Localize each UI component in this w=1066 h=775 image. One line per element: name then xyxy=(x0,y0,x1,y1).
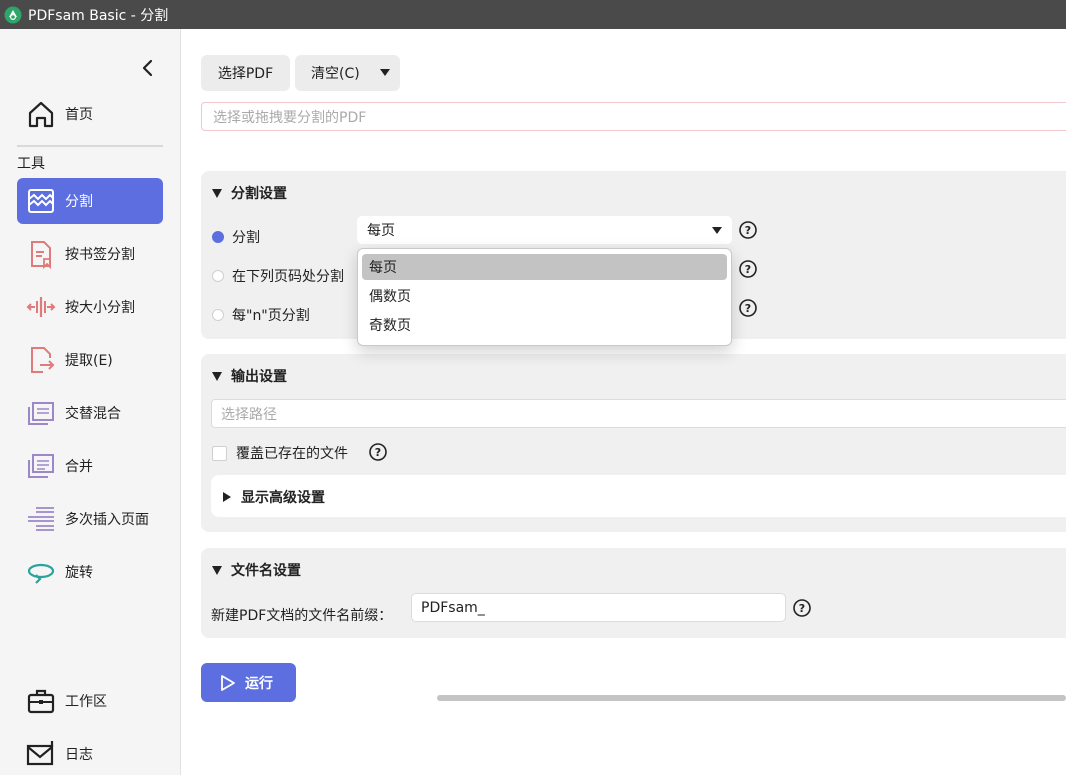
radio-split[interactable]: 分割 xyxy=(212,227,260,247)
tools-section-label: 工具 xyxy=(17,156,45,172)
title-bar: PDFsam Basic - 分割 xyxy=(0,0,1066,29)
radio-label: 在下列页码处分割 xyxy=(232,269,344,285)
svg-text:?: ? xyxy=(745,263,751,276)
help-icon[interactable]: ? xyxy=(739,299,757,317)
prefix-label: 新建PDF文档的文件名前缀： xyxy=(211,608,393,624)
sidebar-item-label: 多次插入页面 xyxy=(65,512,149,528)
split-settings-header[interactable]: 分割设置 xyxy=(212,183,287,203)
sidebar-item-extract[interactable]: 提取(E) xyxy=(17,337,163,383)
sidebar-item-rotate[interactable]: 旋转 xyxy=(17,549,163,595)
sidebar-item-label: 旋转 xyxy=(65,565,93,581)
svg-text:?: ? xyxy=(745,302,751,315)
sidebar-item-label: 分割 xyxy=(65,194,93,210)
progress-bar xyxy=(437,695,1066,701)
filename-prefix-input[interactable]: PDFsam_ xyxy=(411,593,786,622)
sidebar-item-label: 日志 xyxy=(65,747,93,763)
radio-split-at-pages[interactable]: 在下列页码处分割 xyxy=(212,266,344,286)
split-type-value: 每页 xyxy=(367,223,395,239)
radio-label: 分割 xyxy=(232,230,260,246)
radio-button[interactable] xyxy=(212,309,224,321)
sidebar-item-label: 首页 xyxy=(65,107,93,123)
chevron-down-icon xyxy=(712,227,722,234)
rotate-icon xyxy=(25,556,57,588)
output-settings-panel: 输出设置 选择路径 覆盖已存在的文件 ? 显示高级设置 xyxy=(201,354,1066,532)
sidebar-item-alternate-mix[interactable]: 交替混合 xyxy=(17,390,163,436)
sidebar-item-label: 按书签分割 xyxy=(65,247,135,263)
filename-settings-header[interactable]: 文件名设置 xyxy=(212,560,301,580)
sidebar-divider xyxy=(17,145,163,147)
alternate-mix-icon xyxy=(25,397,57,429)
output-settings-header[interactable]: 输出设置 xyxy=(212,366,287,386)
run-button-label: 运行 xyxy=(245,675,273,692)
advanced-settings-box: 显示高级设置 xyxy=(211,475,1066,517)
overwrite-checkbox[interactable] xyxy=(212,445,227,461)
size-split-icon xyxy=(25,291,57,323)
collapse-triangle-icon xyxy=(212,371,222,381)
extract-icon xyxy=(25,344,57,376)
help-icon[interactable]: ? xyxy=(739,260,757,278)
clear-button-label: 清空(C) xyxy=(311,66,360,82)
output-settings-title: 输出设置 xyxy=(231,369,287,385)
collapse-sidebar-chevron-icon[interactable] xyxy=(138,57,158,79)
window-title: PDFsam Basic - 分割 xyxy=(28,7,169,24)
sidebar-item-label: 按大小分割 xyxy=(65,300,135,316)
home-icon xyxy=(25,98,57,130)
collapse-triangle-icon xyxy=(212,565,222,575)
dropdown-option-every-page[interactable]: 每页 xyxy=(362,254,727,280)
filename-settings-panel: 文件名设置 新建PDF文档的文件名前缀： PDFsam_ ? xyxy=(201,548,1066,638)
sidebar-item-label: 交替混合 xyxy=(65,406,121,422)
collapse-triangle-icon xyxy=(212,188,222,198)
radio-label: 每"n"页分割 xyxy=(232,308,310,324)
sidebar-item-label: 提取(E) xyxy=(65,353,113,369)
advanced-settings-toggle[interactable]: 显示高级设置 xyxy=(223,487,325,507)
sidebar: 首页 工具 分割 按书签分割 按大小分割 提取(E) 交替混合 合并 多次插入页… xyxy=(0,29,181,775)
sidebar-item-bookmark-split[interactable]: 按书签分割 xyxy=(17,231,163,277)
pdfsam-logo-icon xyxy=(4,6,22,23)
mail-log-icon xyxy=(25,738,57,770)
run-button[interactable]: 运行 xyxy=(201,663,296,702)
sidebar-item-size-split[interactable]: 按大小分割 xyxy=(17,284,163,330)
overwrite-label: 覆盖已存在的文件 xyxy=(236,446,348,462)
sidebar-item-label: 合并 xyxy=(65,459,93,475)
sidebar-item-home[interactable]: 首页 xyxy=(17,91,163,137)
split-icon xyxy=(25,185,57,217)
overwrite-checkbox-row[interactable]: 覆盖已存在的文件 xyxy=(212,443,348,463)
dropdown-option-even-pages[interactable]: 偶数页 xyxy=(362,283,727,309)
dropdown-option-odd-pages[interactable]: 奇数页 xyxy=(362,312,727,338)
help-icon[interactable]: ? xyxy=(369,443,387,461)
split-type-select[interactable]: 每页 xyxy=(357,216,732,244)
sidebar-item-merge[interactable]: 合并 xyxy=(17,443,163,489)
select-pdf-button[interactable]: 选择PDF xyxy=(201,55,290,91)
svg-text:?: ? xyxy=(745,224,751,237)
radio-split-every-n[interactable]: 每"n"页分割 xyxy=(212,305,310,325)
help-icon[interactable]: ? xyxy=(793,599,811,617)
sidebar-item-label: 工作区 xyxy=(65,694,107,710)
filename-settings-title: 文件名设置 xyxy=(231,563,301,579)
sidebar-item-split[interactable]: 分割 xyxy=(17,178,163,224)
merge-icon xyxy=(25,450,57,482)
clear-split-button[interactable]: 清空(C) xyxy=(295,55,400,91)
play-icon xyxy=(221,674,235,691)
advanced-settings-label: 显示高级设置 xyxy=(241,490,325,506)
sidebar-item-workspace[interactable]: 工作区 xyxy=(17,678,163,724)
bookmark-split-icon xyxy=(25,238,57,270)
svg-text:?: ? xyxy=(375,446,381,459)
radio-button[interactable] xyxy=(212,270,224,282)
briefcase-icon xyxy=(25,685,57,717)
sidebar-item-insert-pages[interactable]: 多次插入页面 xyxy=(17,496,163,542)
radio-button-checked[interactable] xyxy=(212,231,224,243)
split-type-dropdown: 每页 偶数页 奇数页 xyxy=(357,248,732,346)
help-icon[interactable]: ? xyxy=(739,221,757,239)
chevron-down-icon[interactable] xyxy=(380,69,390,76)
insert-pages-icon xyxy=(25,503,57,535)
pdf-selection-field[interactable]: 选择或拖拽要分割的PDF xyxy=(201,102,1066,131)
expand-triangle-icon xyxy=(223,492,231,502)
svg-text:?: ? xyxy=(799,602,805,615)
output-path-field[interactable]: 选择路径 xyxy=(211,399,1066,428)
split-settings-title: 分割设置 xyxy=(231,186,287,202)
sidebar-item-log[interactable]: 日志 xyxy=(17,731,163,775)
